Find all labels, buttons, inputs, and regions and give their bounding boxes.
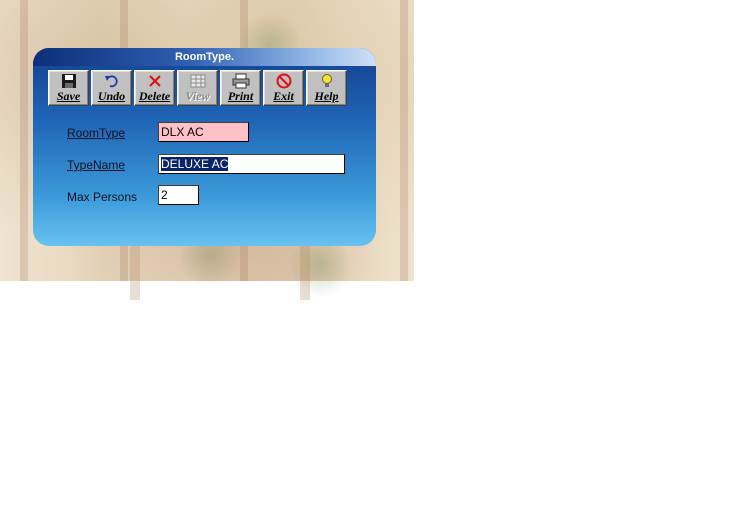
help-button[interactable]: Help xyxy=(306,70,347,106)
floppy-disk-icon xyxy=(59,73,79,89)
roomtype-value: DLX AC xyxy=(161,125,204,139)
printer-icon xyxy=(231,73,251,89)
typename-label-text: TypeName xyxy=(67,158,126,172)
max-persons-value: 2 xyxy=(161,188,168,202)
roomtype-label: RoomType xyxy=(67,126,125,140)
typename-value: DELUXE AC xyxy=(161,157,229,171)
toolbar: Save Undo Delete View Print Exit Help xyxy=(48,70,349,106)
save-button[interactable]: Save xyxy=(48,70,89,106)
print-button[interactable]: Print xyxy=(220,70,261,106)
delete-button[interactable]: Delete xyxy=(134,70,175,106)
help-label: Help xyxy=(314,89,339,103)
roomtype-window: RoomType. Save Undo Delete View Print Ex… xyxy=(33,48,376,246)
max-persons-input[interactable]: 2 xyxy=(158,185,199,205)
window-title: RoomType. xyxy=(33,48,376,66)
roomtype-label-text: RoomType xyxy=(67,126,126,140)
print-label: Print xyxy=(227,89,254,103)
help-bulb-icon xyxy=(317,73,337,89)
undo-label: Undo xyxy=(97,89,126,103)
max-persons-label: Max Persons xyxy=(67,190,138,204)
undo-arrow-icon xyxy=(102,73,122,89)
save-label: Save xyxy=(56,89,81,103)
exit-label: Exit xyxy=(273,89,294,103)
roomtype-input[interactable]: DLX AC xyxy=(158,122,249,142)
table-grid-icon xyxy=(188,73,208,89)
undo-button[interactable]: Undo xyxy=(91,70,132,106)
exit-button[interactable]: Exit xyxy=(263,70,304,106)
view-button[interactable]: View xyxy=(177,70,218,106)
typename-input[interactable]: DELUXE AC xyxy=(158,154,345,174)
delete-x-icon xyxy=(145,73,165,89)
view-label: View xyxy=(185,89,210,103)
delete-label: Delete xyxy=(138,89,171,103)
typename-label: TypeName xyxy=(67,158,125,172)
no-entry-icon xyxy=(274,73,294,89)
